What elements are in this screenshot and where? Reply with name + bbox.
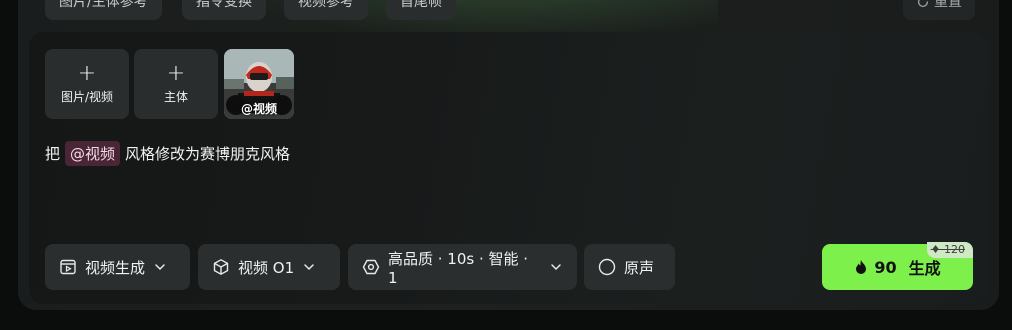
prompt-input[interactable]: 把 @视频 风格修改为赛博朋克风格 (45, 141, 290, 166)
small-flame-icon: ♦ (930, 243, 941, 256)
original-cost-badge: ♦ 120 (926, 242, 973, 258)
plus-icon: + (166, 60, 186, 86)
circle-radio-icon (598, 258, 616, 276)
original-cost: 120 (944, 243, 965, 256)
tab-video-reference[interactable]: 视频参考 (284, 0, 368, 20)
model-select[interactable]: 视频 O1 (198, 244, 340, 290)
mode-select[interactable]: 视频生成 (45, 244, 190, 290)
plus-icon: + (77, 60, 97, 86)
tab-first-last-frame[interactable]: 首尾帧 (386, 0, 456, 20)
add-subject-button[interactable]: + 主体 (134, 49, 218, 119)
settings-select[interactable]: 高品质 · 10s · 智能 · 1 (348, 244, 577, 290)
reset-button[interactable]: 重置 (903, 0, 975, 20)
mode-label: 视频生成 (85, 258, 146, 277)
flame-icon (856, 260, 867, 274)
original-audio-toggle[interactable]: 原声 (584, 244, 675, 290)
video-thumb-label: @视频 (240, 102, 277, 116)
reset-label: 重置 (934, 0, 962, 10)
settings-label: 高品质 · 10s · 智能 · 1 (388, 249, 529, 287)
audio-label: 原声 (624, 258, 655, 277)
add-image-video-label: 图片/视频 (60, 89, 114, 104)
add-image-video-button[interactable]: + 图片/视频 (45, 49, 129, 119)
chevron-down-icon (304, 264, 314, 271)
prompt-prefix: 把 (45, 145, 61, 163)
generate-cost: 90 (874, 257, 897, 277)
cube-icon (213, 259, 229, 275)
model-label: 视频 O1 (238, 258, 295, 277)
video-thumbnail[interactable]: @视频 (224, 49, 294, 119)
add-subject-label: 主体 (163, 89, 188, 104)
video-mention-tag[interactable]: @视频 (65, 141, 121, 166)
refresh-icon (917, 0, 929, 7)
generate-label: 生成 (908, 259, 941, 278)
tab-image-subject-reference[interactable]: 图片/主体参考 (45, 0, 162, 20)
video-frame-icon (60, 259, 76, 275)
generate-button[interactable]: ♦ 120 90 生成 (822, 242, 973, 290)
chevron-down-icon (551, 264, 561, 271)
tab-instruction-transform[interactable]: 指令变换 (182, 0, 266, 20)
prompt-suffix: 风格修改为赛博朋克风格 (125, 145, 291, 163)
settings-hex-icon (362, 259, 380, 275)
chevron-down-icon (155, 264, 165, 271)
